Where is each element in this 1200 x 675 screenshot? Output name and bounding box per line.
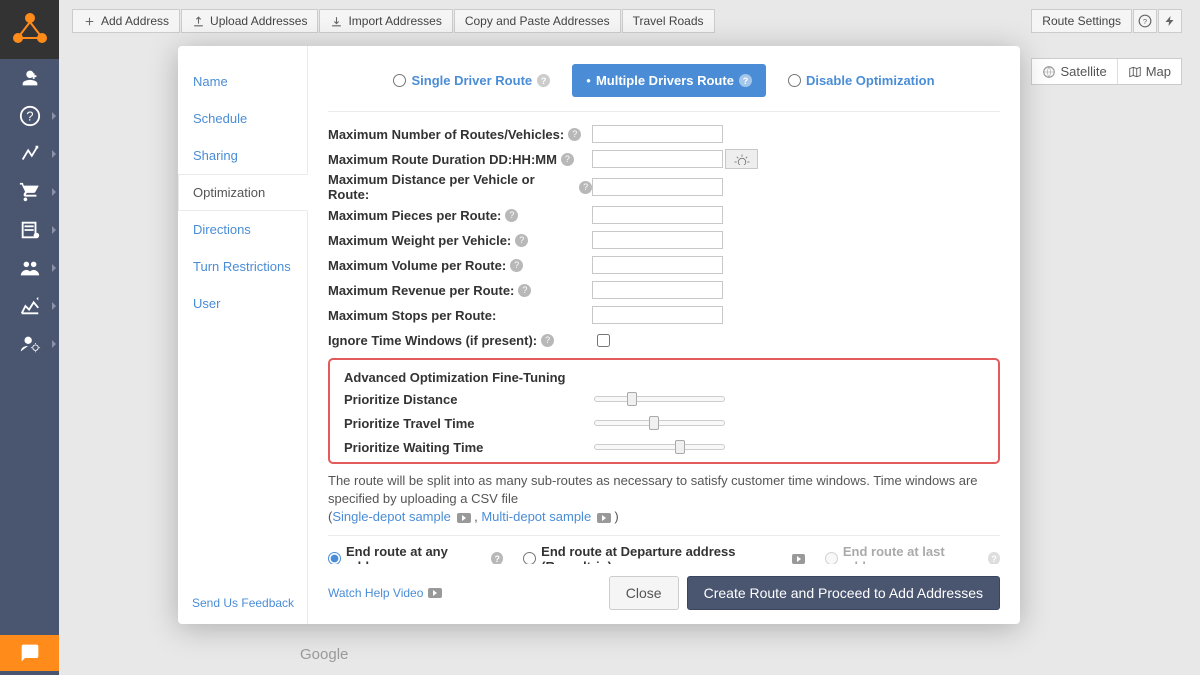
video-icon xyxy=(428,588,442,598)
map-type-control: Satellite Map xyxy=(1031,58,1182,85)
help-icon[interactable]: ? xyxy=(568,128,581,141)
single-depot-link[interactable]: Single-depot sample xyxy=(332,509,451,524)
import-addresses-button[interactable]: Import Addresses xyxy=(319,9,452,33)
prioritize-distance-slider[interactable] xyxy=(594,396,725,402)
google-attribution: Google xyxy=(300,646,348,663)
tab-directions[interactable]: Directions xyxy=(178,211,307,248)
advanced-title: Advanced Optimization Fine-Tuning xyxy=(344,370,984,385)
help-icon[interactable]: ? xyxy=(510,259,523,272)
sidebar-user-settings-icon[interactable] xyxy=(0,325,59,363)
prioritize-travel-slider[interactable] xyxy=(594,420,725,426)
sunrise-button[interactable] xyxy=(725,149,758,169)
help-icon[interactable]: ? xyxy=(518,284,531,297)
map-button[interactable]: Map xyxy=(1117,59,1181,84)
left-sidebar: ? xyxy=(0,0,59,675)
help-icon[interactable]: ? xyxy=(505,209,518,222)
route-settings-button[interactable]: Route Settings xyxy=(1031,9,1132,33)
disable-optimization-option[interactable]: Disable Optimization xyxy=(788,73,935,88)
copy-paste-button[interactable]: Copy and Paste Addresses xyxy=(454,9,621,33)
video-icon xyxy=(792,554,805,564)
single-driver-option[interactable]: Single Driver Route? xyxy=(393,73,550,88)
watch-video-link[interactable]: Watch Help Video xyxy=(328,586,442,600)
video-icon xyxy=(457,513,471,523)
max-distance-input[interactable] xyxy=(592,178,723,196)
sidebar-add-user-icon[interactable] xyxy=(0,59,59,97)
tab-optimization[interactable]: Optimization xyxy=(178,174,308,211)
end-last-option[interactable]: End route at last address? xyxy=(825,544,1000,564)
logo[interactable] xyxy=(0,0,59,59)
ignore-time-checkbox[interactable] xyxy=(597,334,610,347)
satellite-button[interactable]: Satellite xyxy=(1032,59,1116,84)
info-icon: ? xyxy=(739,74,752,87)
max-weight-input[interactable] xyxy=(592,231,723,249)
tab-schedule[interactable]: Schedule xyxy=(178,100,307,137)
create-route-button[interactable]: Create Route and Proceed to Add Addresse… xyxy=(687,576,1000,610)
video-icon xyxy=(597,513,611,523)
multiple-drivers-option[interactable]: ●Multiple Drivers Route? xyxy=(572,64,766,97)
add-address-button[interactable]: Add Address xyxy=(72,9,180,33)
chat-icon[interactable] xyxy=(0,635,59,671)
max-duration-input[interactable] xyxy=(592,150,723,168)
tab-turn-restrictions[interactable]: Turn Restrictions xyxy=(178,248,307,285)
max-routes-input[interactable] xyxy=(592,125,723,143)
help-icon[interactable]: ? xyxy=(579,181,592,194)
close-button[interactable]: Close xyxy=(609,576,679,610)
max-stops-input[interactable] xyxy=(592,306,723,324)
info-icon: ? xyxy=(537,74,550,87)
tab-sharing[interactable]: Sharing xyxy=(178,137,307,174)
sidebar-team-icon[interactable] xyxy=(0,249,59,287)
sidebar-help-icon[interactable]: ? xyxy=(0,97,59,135)
help-text: The route will be split into as many sub… xyxy=(328,472,1000,527)
help-icon[interactable]: ? xyxy=(1133,9,1157,33)
top-toolbar: Add Address Upload Addresses Import Addr… xyxy=(72,9,1182,33)
help-icon[interactable]: ? xyxy=(561,153,574,166)
tab-user[interactable]: User xyxy=(178,285,307,322)
max-pieces-input[interactable] xyxy=(592,206,723,224)
sidebar-cart-icon[interactable] xyxy=(0,173,59,211)
route-type-selector: Single Driver Route? ●Multiple Drivers R… xyxy=(328,64,1000,112)
help-icon[interactable]: ? xyxy=(491,552,503,564)
travel-roads-button[interactable]: Travel Roads xyxy=(622,9,715,33)
sidebar-addressbook-icon[interactable] xyxy=(0,211,59,249)
route-settings-modal: Name Schedule Sharing Optimization Direc… xyxy=(178,46,1020,624)
end-departure-option[interactable]: End route at Departure address (Roundtri… xyxy=(523,544,805,564)
upload-addresses-button[interactable]: Upload Addresses xyxy=(181,9,318,33)
help-icon[interactable]: ? xyxy=(515,234,528,247)
prioritize-waiting-slider[interactable] xyxy=(594,444,725,450)
lightning-icon[interactable] xyxy=(1158,9,1182,33)
help-icon[interactable]: ? xyxy=(541,334,554,347)
sidebar-routes-icon[interactable] xyxy=(0,135,59,173)
modal-content: Single Driver Route? ●Multiple Drivers R… xyxy=(308,46,1020,624)
modal-footer: Watch Help Video Close Create Route and … xyxy=(328,564,1000,610)
help-icon: ? xyxy=(988,552,1000,564)
tab-name[interactable]: Name xyxy=(178,63,307,100)
max-revenue-input[interactable] xyxy=(592,281,723,299)
end-route-options: End route at any address? End route at D… xyxy=(328,535,1000,564)
max-volume-input[interactable] xyxy=(592,256,723,274)
send-feedback-link[interactable]: Send Us Feedback xyxy=(192,596,294,610)
svg-text:?: ? xyxy=(26,109,33,124)
modal-tabs: Name Schedule Sharing Optimization Direc… xyxy=(178,46,308,624)
multi-depot-link[interactable]: Multi-depot sample xyxy=(481,509,591,524)
svg-text:?: ? xyxy=(1143,17,1147,26)
sidebar-analytics-icon[interactable] xyxy=(0,287,59,325)
end-any-option[interactable]: End route at any address? xyxy=(328,544,503,564)
advanced-tuning-section: Advanced Optimization Fine-Tuning Priori… xyxy=(328,358,1000,464)
